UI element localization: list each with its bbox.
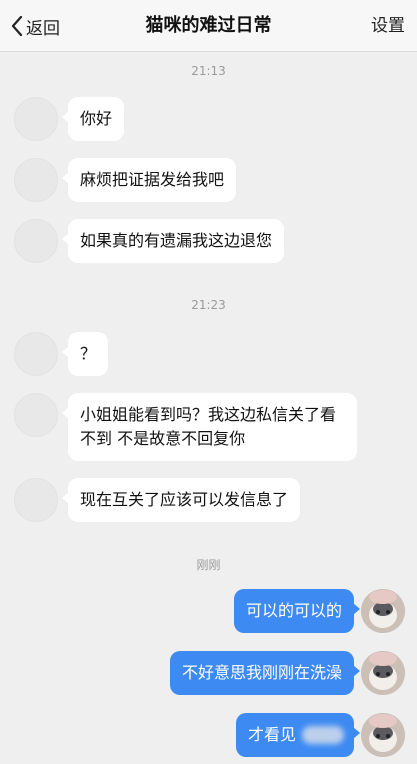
avatar[interactable]: [14, 332, 58, 376]
message-bubble-incoming[interactable]: 麻烦把证据发给我吧: [61, 158, 237, 202]
message-bubble-incoming[interactable]: 如果真的有遗漏我这边退您: [61, 219, 285, 263]
cat-avatar[interactable]: [361, 713, 405, 757]
timestamp: 21:23: [191, 298, 226, 312]
message-text: 才看见: [248, 725, 297, 744]
message-bubble-incoming[interactable]: ？: [61, 332, 109, 376]
cat-avatar[interactable]: [361, 589, 405, 633]
cat-photo-icon: [361, 651, 405, 695]
message-bubble-incoming[interactable]: 小姐姐能看到吗？我这边私信关了看不到 不是故意不回复你: [62, 393, 357, 461]
cat-avatar[interactable]: [361, 651, 405, 695]
settings-button[interactable]: 设置: [371, 12, 405, 40]
message-bubble-outgoing[interactable]: 才看见: [236, 713, 360, 757]
message-list[interactable]: 21:13 你好 麻烦把证据发给我吧 如果真的有遗漏我这边退您 21:23 ？ …: [0, 52, 417, 764]
blurred-text: [302, 726, 344, 744]
message-bubble-outgoing[interactable]: 不好意思我刚刚在洗澡: [169, 651, 361, 695]
message-bubble-incoming[interactable]: 现在互关了应该可以发信息了: [61, 478, 301, 522]
avatar[interactable]: [14, 478, 58, 522]
avatar[interactable]: [14, 158, 58, 202]
cat-photo-icon: [361, 589, 405, 633]
avatar[interactable]: [14, 393, 58, 437]
timestamp: 21:13: [191, 64, 226, 78]
page-title: 猫咪的难过日常: [145, 15, 272, 36]
timestamp: 刚刚: [196, 558, 221, 572]
avatar[interactable]: [14, 97, 58, 141]
cat-photo-icon: [361, 713, 405, 757]
message-bubble-outgoing[interactable]: 可以的可以的: [233, 589, 361, 633]
message-bubble-incoming[interactable]: 你好: [61, 97, 125, 141]
avatar[interactable]: [14, 219, 58, 263]
chat-header: 返回 猫咪的难过日常 设置: [0, 0, 417, 52]
